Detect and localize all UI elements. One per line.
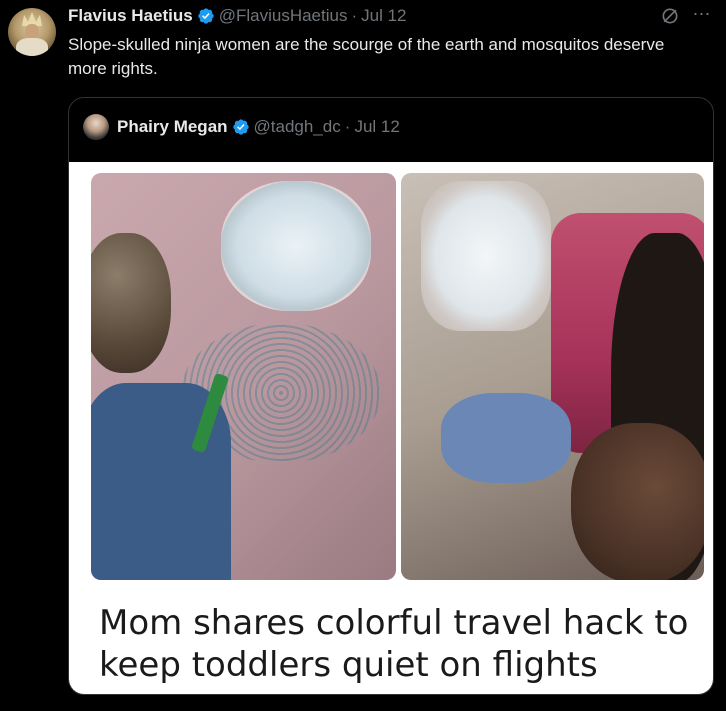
photo-child-drawing-on-window bbox=[91, 173, 396, 580]
quoted-tweet-date: Jul 12 bbox=[354, 117, 400, 136]
tweet-header: Flavius Haetius @FlaviusHaetius · Jul 12 bbox=[68, 6, 407, 26]
media-caption: Mom shares colorful travel hack to keep … bbox=[99, 603, 689, 685]
author-avatar[interactable] bbox=[8, 8, 56, 56]
grok-icon[interactable] bbox=[660, 6, 680, 26]
quoted-author-avatar bbox=[83, 114, 109, 140]
quoted-tweet-header: Phairy Megan @tadgh_dc · Jul 12 bbox=[83, 114, 400, 140]
quoted-author-name: Phairy Megan bbox=[117, 117, 228, 136]
quoted-author-handle: @tadgh_dc bbox=[253, 117, 341, 136]
verified-badge-icon bbox=[197, 7, 215, 25]
verified-badge-icon bbox=[232, 118, 250, 136]
quoted-tweet[interactable]: Phairy Megan @tadgh_dc · Jul 12 Mom shar… bbox=[68, 97, 714, 695]
airplane-window bbox=[421, 181, 551, 331]
separator-dot: · bbox=[344, 117, 351, 136]
photo-mom-with-toddlers bbox=[401, 173, 704, 580]
author-name[interactable]: Flavius Haetius bbox=[68, 6, 193, 26]
airplane-window bbox=[221, 181, 371, 311]
toddler-head bbox=[91, 233, 171, 373]
avatar-body bbox=[16, 38, 48, 56]
separator-dot: · bbox=[351, 6, 358, 25]
tweet-date[interactable]: Jul 12 bbox=[361, 6, 406, 26]
quoted-media-image[interactable]: Mom shares colorful travel hack to keep … bbox=[69, 162, 713, 694]
tweet-text: Slope-skulled ninja women are the scourg… bbox=[68, 35, 665, 78]
author-handle[interactable]: @FlaviusHaetius bbox=[219, 6, 348, 26]
baby-in-lap bbox=[571, 423, 704, 580]
more-icon[interactable]: ⋯ bbox=[692, 4, 712, 24]
sleeping-baby bbox=[441, 393, 571, 483]
